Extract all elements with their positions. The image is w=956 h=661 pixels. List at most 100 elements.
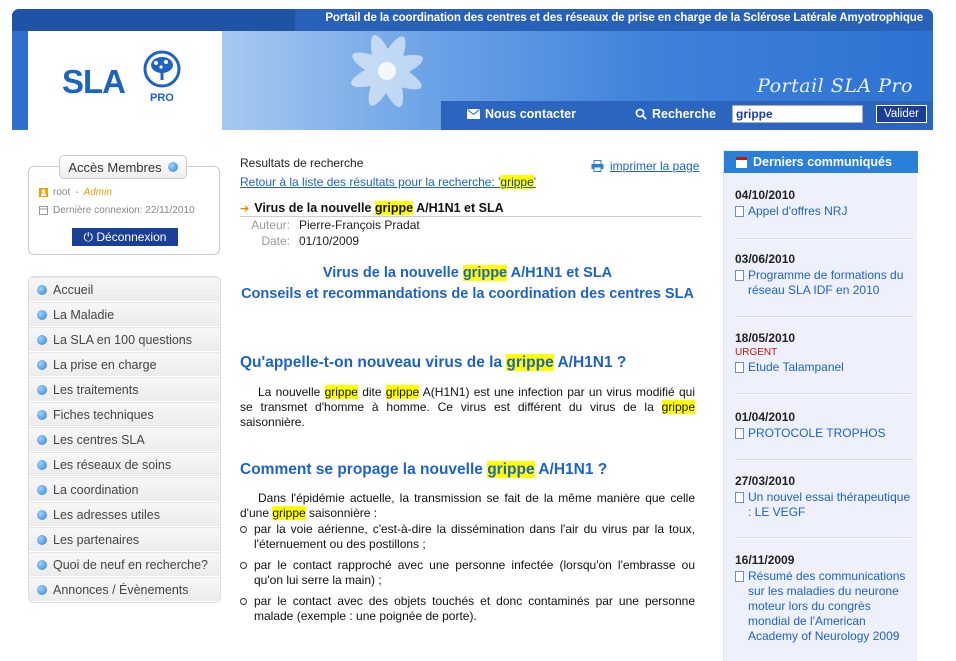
- news-link[interactable]: Résumé des communications sur les maladi…: [735, 569, 913, 644]
- search-label: Recherche: [635, 107, 716, 121]
- section-heading-2: Comment se propage la nouvelle grippe A/…: [240, 461, 705, 479]
- news-link-text: PROTOCOLE TROPHOS: [748, 426, 886, 440]
- bullet-circle-icon: [240, 598, 247, 605]
- nav-item-accueil[interactable]: Accueil: [29, 277, 220, 302]
- search-term-highlight: grippe: [385, 385, 420, 399]
- nav-item-sla-100-questions[interactable]: La SLA en 100 questions: [29, 327, 220, 352]
- bullet-icon: [37, 409, 47, 420]
- news-item: 18/05/2010 URGENT Etude Talampanel: [735, 331, 913, 375]
- bullet-icon: [37, 359, 47, 370]
- list-item: par le contact rapproché avec une person…: [240, 558, 695, 588]
- calendar-icon: [39, 206, 48, 215]
- bullet-icon: [37, 559, 47, 570]
- news-link[interactable]: Un nouvel essai thérapeutique : LE VEGF: [735, 490, 913, 520]
- nav-item-prise-en-charge[interactable]: La prise en charge: [29, 352, 220, 377]
- member-user: root - Admin: [39, 187, 112, 198]
- search-term-highlight: grippe: [374, 201, 414, 215]
- title-post: A/H1N1 et SLA: [510, 265, 613, 281]
- nav-item-adresses-utiles[interactable]: Les adresses utiles: [29, 502, 220, 527]
- news-item: 03/06/2010 Programme de formations du ré…: [735, 252, 913, 298]
- nav-label: Les adresses utiles: [53, 507, 161, 522]
- back-to-results-link[interactable]: Retour à la liste des résultats pour la …: [240, 175, 536, 189]
- search-label-text: Recherche: [652, 107, 716, 121]
- transmission-list: par la voie aérienne, c'est-à-dire la di…: [240, 522, 695, 630]
- bullet-circle-icon: [240, 562, 247, 569]
- nav-label: Les partenaires: [53, 532, 140, 547]
- user-icon: [39, 188, 48, 197]
- nav-item-la-maladie[interactable]: La Maladie: [29, 302, 220, 327]
- news-link[interactable]: Etude Talampanel: [735, 360, 913, 375]
- search-term-highlight: grippe: [661, 400, 695, 414]
- search-term-highlight: grippe: [506, 354, 554, 371]
- nav-item-partenaires[interactable]: Les partenaires: [29, 527, 220, 552]
- bullet-icon: [37, 534, 47, 545]
- nav-item-traitements[interactable]: Les traitements: [29, 377, 220, 402]
- news-link[interactable]: Programme de formations du réseau SLA ID…: [735, 268, 913, 298]
- arrow-right-icon: ➔: [240, 202, 250, 215]
- news-link-text: Etude Talampanel: [748, 360, 844, 374]
- search-term-highlight: grippe: [500, 175, 534, 189]
- logo-text: SLA: [62, 63, 126, 100]
- bullet-icon: [167, 162, 178, 172]
- nav-item-centres-sla[interactable]: Les centres SLA: [29, 427, 220, 452]
- author-key: Auteur:: [251, 218, 290, 232]
- date-value: 01/10/2009: [299, 234, 360, 248]
- site-logo[interactable]: SLA PRO: [28, 31, 222, 130]
- news-link-text: Appel d'offres NRJ: [748, 204, 848, 218]
- contact-label: Nous contacter: [485, 107, 576, 121]
- member-role: Admin: [83, 187, 112, 198]
- divider: [240, 216, 702, 217]
- list-item-text: par le contact avec des objets touchés e…: [254, 594, 695, 623]
- news-link[interactable]: Appel d'offres NRJ: [735, 204, 913, 219]
- h2-post: A/H1N1 ?: [538, 461, 608, 478]
- nav-label: Les réseaux de soins: [53, 457, 172, 472]
- paragraph-2: Dans l'épidémie actuelle, la transmissio…: [240, 491, 695, 521]
- article-head-post: A/H1N1 et SLA: [416, 201, 504, 215]
- author-value: Pierre-François Pradat: [299, 218, 420, 232]
- nav-item-annonces[interactable]: Annonces / Évènements: [29, 577, 220, 602]
- header-search-bar: Nous contacter Recherche Valider: [441, 101, 933, 130]
- news-link[interactable]: PROTOCOLE TROPHOS: [735, 426, 913, 441]
- tree-logo-icon: [143, 50, 181, 88]
- nav-label: Accueil: [53, 282, 94, 297]
- logout-button[interactable]: ⏻ Déconnexion: [72, 228, 178, 246]
- document-icon: [735, 571, 744, 582]
- document-icon: [735, 206, 744, 217]
- nav-item-fiches-techniques[interactable]: Fiches techniques: [29, 402, 220, 427]
- urgent-badge: URGENT: [735, 347, 778, 358]
- search-term-highlight: grippe: [324, 385, 358, 399]
- news-title: Derniers communiqués: [724, 151, 918, 173]
- power-icon: ⏻: [83, 230, 97, 244]
- nav-label: Quoi de neuf en recherche?: [53, 557, 208, 572]
- nav-item-reseaux-soins[interactable]: Les réseaux de soins: [29, 452, 220, 477]
- h2-pre: Comment se propage la nouvelle: [240, 461, 483, 478]
- portal-title: Portail SLA Pro: [757, 75, 913, 97]
- search-submit-button[interactable]: Valider: [876, 105, 927, 123]
- article-title: Virus de la nouvelle grippe A/H1N1 et SL…: [240, 263, 695, 305]
- last-login-text: Dernière connexion: 22/11/2010: [53, 205, 195, 216]
- bullet-icon: [37, 284, 47, 295]
- news-item: 01/04/2010 PROTOCOLE TROPHOS: [735, 410, 913, 441]
- document-icon: [735, 362, 744, 373]
- list-item: par la voie aérienne, c'est-à-dire la di…: [240, 522, 695, 552]
- search-input[interactable]: [732, 105, 863, 123]
- contact-link[interactable]: Nous contacter: [467, 107, 576, 121]
- news-link-text: Programme de formations du réseau SLA ID…: [748, 268, 904, 297]
- print-link[interactable]: imprimer la page: [591, 159, 699, 173]
- bullet-icon: [37, 509, 47, 520]
- search-term-highlight: grippe: [462, 265, 508, 281]
- search-term-highlight: grippe: [487, 461, 535, 478]
- paragraph-1: La nouvelle grippe dite grippe A(H1N1) e…: [240, 385, 695, 430]
- members-box: Accès Membres root - Admin Dernière conne…: [28, 155, 220, 255]
- members-title-text: Accès Membres: [68, 159, 162, 175]
- bullet-icon: [37, 459, 47, 470]
- news-date: 27/03/2010: [735, 474, 796, 488]
- members-title: Accès Membres: [59, 155, 187, 179]
- h1-post: A/H1N1 ?: [557, 354, 627, 371]
- news-link-text: Résumé des communications sur les maladi…: [748, 569, 906, 643]
- news-sidebar: Derniers communiqués 04/10/2010 Appel d'…: [723, 150, 918, 661]
- calendar-icon: [736, 156, 747, 168]
- back-prefix: Retour à la liste des résultats pour la …: [240, 175, 501, 189]
- nav-item-recherche[interactable]: Quoi de neuf en recherche?: [29, 552, 220, 577]
- nav-item-coordination[interactable]: La coordination: [29, 477, 220, 502]
